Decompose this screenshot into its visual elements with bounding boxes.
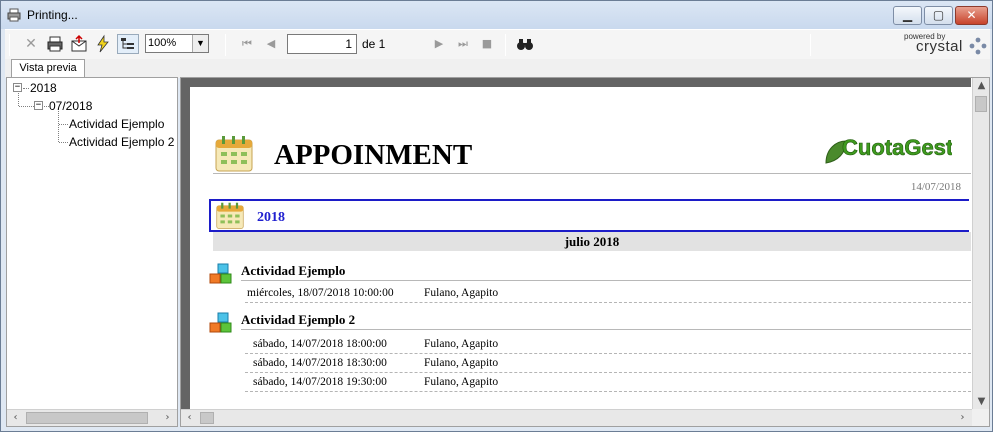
row-divider — [245, 353, 971, 354]
tree-item-activity-1[interactable]: Actividad Ejemplo — [69, 117, 164, 131]
last-page-icon[interactable]: ⏭ — [453, 34, 473, 54]
maximize-icon: ▢ — [932, 8, 945, 22]
year-label: 2018 — [257, 210, 285, 225]
tree-item-activity-2[interactable]: Actividad Ejemplo 2 — [69, 135, 174, 149]
tree-line — [58, 111, 59, 142]
appointment-datetime: sábado, 14/07/2018 19:30:00 — [253, 376, 387, 388]
preview-horizontal-scrollbar[interactable]: ‹ › — [181, 409, 972, 426]
logo-text: CuotaGest — [842, 135, 952, 160]
crystal-logo: powered by crystal — [902, 32, 992, 58]
collapse-icon[interactable]: − — [13, 83, 22, 92]
minimize-icon: ▁ — [902, 8, 913, 22]
activity-rule — [241, 280, 971, 281]
report-title: APPOINMENT — [274, 139, 473, 171]
zoom-value: 100% — [148, 37, 177, 49]
minimize-button[interactable]: ▁ — [893, 6, 922, 25]
toolbar-separator — [810, 34, 811, 56]
appointment-datetime: miércoles, 18/07/2018 10:00:00 — [247, 287, 394, 299]
appointment-person: Fulano, Agapito — [424, 357, 499, 369]
scroll-thumb[interactable] — [26, 412, 148, 424]
search-icon[interactable] — [515, 34, 535, 54]
scroll-thumb[interactable] — [975, 96, 987, 112]
cubes-icon — [209, 312, 232, 333]
chevron-down-icon[interactable]: ▼ — [192, 35, 208, 52]
crystal-dots-icon — [969, 37, 987, 55]
window-title: Printing... — [27, 8, 78, 22]
brand-label: crystal — [916, 38, 963, 55]
scrollbar-corner — [972, 409, 989, 426]
cuotagest-logo: CuotaGest — [825, 135, 952, 164]
title-bar: Printing... ▁ ▢ ✕ — [1, 1, 992, 29]
header-rule — [213, 173, 971, 174]
report-date: 14/07/2018 — [910, 181, 961, 193]
maximize-button[interactable]: ▢ — [924, 6, 953, 25]
row-divider — [245, 391, 971, 392]
page-border-top — [190, 78, 971, 87]
row-divider — [245, 372, 971, 373]
appointment-person: Fulano, Agapito — [424, 287, 499, 299]
tree-node-year[interactable]: 2018 — [30, 81, 57, 95]
cubes-icon — [209, 263, 232, 284]
page-count-label: de 1 — [362, 37, 386, 51]
stop-icon[interactable]: ■ — [477, 34, 497, 54]
scroll-left-icon[interactable]: ‹ — [7, 410, 24, 427]
month-group-header: julio 2018 — [213, 232, 971, 251]
close-icon: ✕ — [966, 8, 977, 22]
report-page: APPOINMENT CuotaGest 14/07/2018 2018 jul… — [190, 87, 971, 411]
refresh-icon[interactable] — [93, 34, 113, 54]
tree-line — [19, 106, 34, 107]
export-icon[interactable] — [69, 34, 89, 54]
page-number-input[interactable]: 1 — [287, 34, 357, 54]
tree-line — [23, 88, 29, 89]
calendar-icon — [216, 202, 244, 229]
tab-bar: Vista previa — [5, 59, 990, 78]
close-button[interactable]: ✕ — [955, 6, 988, 25]
printing-window: Printing... ▁ ▢ ✕ ✕ 100% ▼ ⏮ ◀ 1 de 1 ▶ … — [0, 0, 993, 432]
scroll-up-icon[interactable]: ▲ — [973, 78, 990, 95]
tree-line — [59, 142, 68, 143]
report-preview: APPOINMENT CuotaGest 14/07/2018 2018 jul… — [180, 77, 990, 427]
first-page-icon[interactable]: ⏮ — [237, 34, 257, 54]
toolbar-grip — [9, 34, 10, 56]
year-group-header: 2018 — [209, 199, 969, 232]
appointment-person: Fulano, Agapito — [424, 376, 499, 388]
scroll-left-icon[interactable]: ‹ — [181, 410, 198, 427]
tree-line — [59, 124, 68, 125]
group-tree: − 2018 − 07/2018 Actividad Ejemplo Activ… — [6, 77, 178, 427]
page-border-left — [181, 78, 190, 411]
activity-rule — [241, 329, 971, 330]
appointment-datetime: sábado, 14/07/2018 18:00:00 — [253, 338, 387, 350]
tree-line — [18, 93, 19, 106]
toolbar: ✕ 100% ▼ ⏮ ◀ 1 de 1 ▶ ⏭ ■ powered by cry… — [5, 29, 990, 59]
printer-icon — [7, 8, 21, 22]
toolbar-separator — [225, 34, 226, 56]
prev-page-icon[interactable]: ◀ — [261, 34, 281, 54]
appointment-datetime: sábado, 14/07/2018 18:30:00 — [253, 357, 387, 369]
tab-vista-previa[interactable]: Vista previa — [11, 59, 85, 78]
toolbar-separator — [505, 34, 506, 56]
scroll-right-icon[interactable]: › — [159, 410, 176, 427]
preview-vertical-scrollbar[interactable]: ▲ ▼ — [972, 78, 989, 411]
activity-name: Actividad Ejemplo 2 — [241, 312, 356, 327]
group-tree-icon[interactable] — [117, 34, 139, 54]
tree-node-month[interactable]: 07/2018 — [49, 99, 92, 113]
zoom-select[interactable]: 100% ▼ — [145, 34, 209, 53]
print-icon[interactable] — [45, 34, 65, 54]
row-divider — [245, 302, 971, 303]
close-report-icon[interactable]: ✕ — [21, 34, 41, 54]
next-page-icon[interactable]: ▶ — [429, 34, 449, 54]
scroll-thumb[interactable] — [200, 412, 214, 424]
activity-name: Actividad Ejemplo — [241, 263, 346, 278]
appointment-person: Fulano, Agapito — [424, 338, 499, 350]
collapse-icon[interactable]: − — [34, 101, 43, 110]
calendar-icon — [215, 136, 253, 172]
scroll-right-icon[interactable]: › — [954, 410, 971, 427]
tree-horizontal-scrollbar[interactable]: ‹ › — [7, 409, 177, 426]
